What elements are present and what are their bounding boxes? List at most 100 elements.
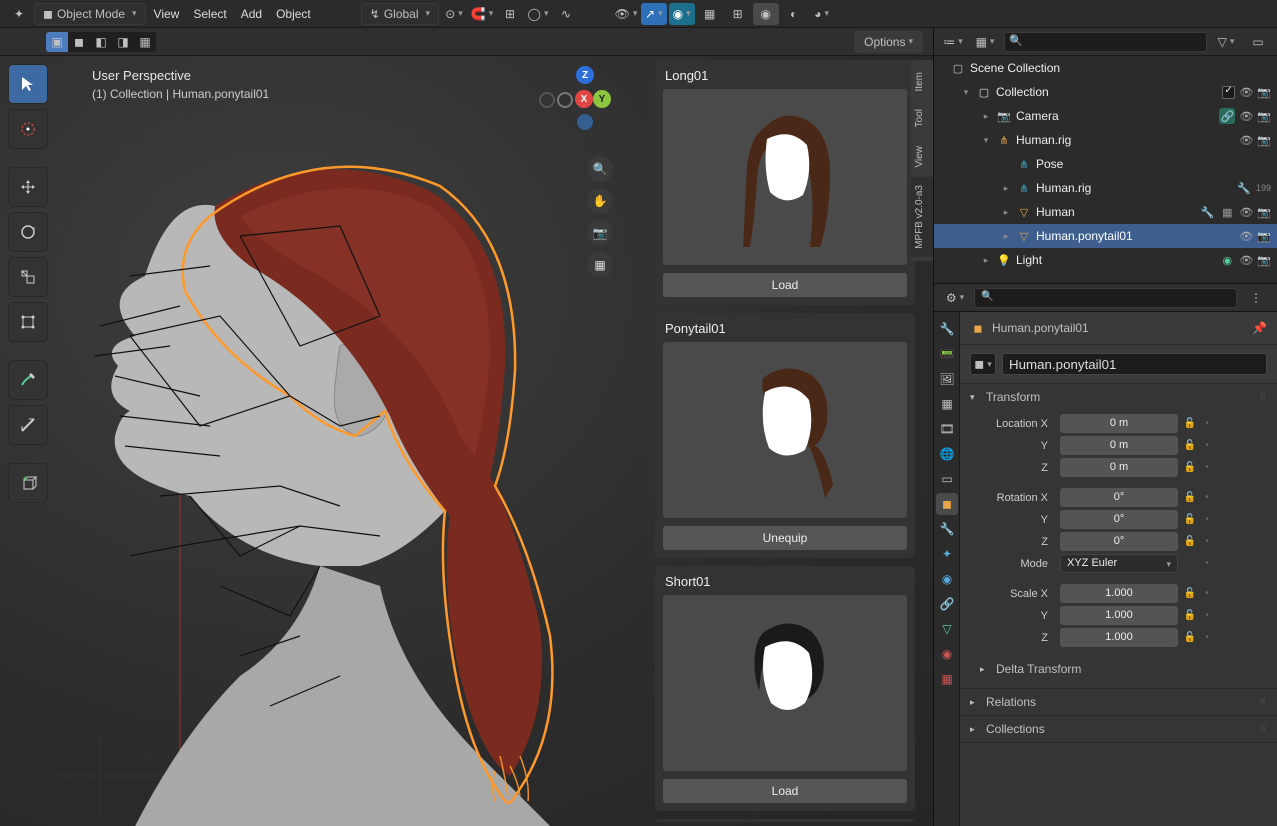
options-icon[interactable]: ⋮ (1243, 287, 1269, 309)
unequip-button[interactable]: Unequip (663, 526, 907, 550)
viewport-3d[interactable]: + User Perspective (1) Collection | Huma… (0, 56, 933, 826)
material-shading-icon[interactable]: ◐ (781, 3, 807, 25)
relations-panel-header[interactable]: ▸ Relations ⠿ (960, 689, 1277, 715)
render-icon[interactable]: 📷 (1257, 230, 1271, 243)
outliner-display-mode[interactable]: ▦ (972, 31, 998, 53)
filter-icon[interactable]: ▽ (1213, 31, 1239, 53)
rotate-tool[interactable] (8, 212, 48, 252)
proportional-curve-icon[interactable]: ∿ (553, 3, 579, 25)
rotation-y-input[interactable]: 0° (1060, 510, 1178, 529)
menu-view[interactable]: View (148, 3, 186, 25)
scale-z-input[interactable]: 1.000 (1060, 628, 1178, 647)
visibility-icon[interactable]: 👁 (1239, 110, 1253, 123)
outliner-editor-icon[interactable]: ≔ (940, 31, 966, 53)
panel-grip-icon[interactable]: ⠿ (1260, 698, 1267, 707)
gizmo-x-axis[interactable]: X (575, 90, 593, 108)
tab-render[interactable]: 📟 (936, 343, 958, 365)
outliner-item-human[interactable]: ▸ ▽ Human 🔧 ▦ 👁 📷 (934, 200, 1277, 224)
annotate-tool[interactable] (8, 360, 48, 400)
pin-icon[interactable]: 📌 (1252, 321, 1267, 335)
keyframe-dot[interactable]: • (1202, 558, 1212, 569)
gizmo-z-axis[interactable]: Z (576, 66, 594, 84)
select-tool[interactable] (8, 64, 48, 104)
select-pill-4[interactable]: ◨ (112, 32, 134, 52)
panel-grip-icon[interactable]: ⠿ (1260, 393, 1267, 402)
lock-icon[interactable]: 🔓 (1182, 462, 1198, 473)
transform-panel-header[interactable]: ▾ Transform ⠿ (960, 384, 1277, 410)
tab-output[interactable]: 🖼 (936, 368, 958, 390)
keyframe-dot[interactable]: • (1202, 492, 1212, 503)
keyframe-dot[interactable]: • (1202, 514, 1212, 525)
properties-search-input[interactable] (974, 288, 1237, 308)
keyframe-dot[interactable]: • (1202, 462, 1212, 473)
render-icon[interactable]: 📷 (1257, 110, 1271, 123)
outliner-item-ponytail[interactable]: ▸ ▽ Human.ponytail01 👁 📷 (934, 224, 1277, 248)
outliner-collection[interactable]: ▾ ▢ Collection 👁 📷 (934, 80, 1277, 104)
location-x-input[interactable]: 0 m (1060, 414, 1178, 433)
visibility-dropdown[interactable]: 👁 (613, 3, 639, 25)
twisty-icon[interactable]: ▸ (1000, 207, 1012, 218)
tab-modifiers[interactable]: 🔧 (936, 518, 958, 540)
tab-world[interactable]: 🌐 (936, 443, 958, 465)
vtab-tool[interactable]: Tool (911, 101, 933, 135)
tab-collection[interactable]: ▭ (936, 468, 958, 490)
keyframe-dot[interactable]: • (1202, 610, 1212, 621)
zoom-button[interactable]: 🔍 (587, 156, 613, 182)
gizmo-neg-axis[interactable] (539, 92, 555, 108)
render-icon[interactable]: 📷 (1257, 254, 1271, 267)
tab-viewlayer[interactable]: ▦ (936, 393, 958, 415)
outliner-item-pose[interactable]: ⋔ Pose (934, 152, 1277, 176)
lock-icon[interactable]: 🔓 (1182, 610, 1198, 621)
gizmo-dropdown[interactable]: ↗ (641, 3, 667, 25)
render-icon[interactable]: 📷 (1257, 206, 1271, 219)
scale-tool[interactable] (8, 257, 48, 297)
collections-panel-header[interactable]: ▸ Collections ⠿ (960, 716, 1277, 742)
menu-object[interactable]: Object (270, 3, 317, 25)
properties-editor-icon[interactable]: ⚙ (942, 287, 968, 309)
visibility-icon[interactable]: 👁 (1239, 254, 1253, 267)
xray-icon[interactable]: ▦ (697, 3, 723, 25)
tab-particles[interactable]: ✦ (936, 543, 958, 565)
keyframe-dot[interactable]: • (1202, 440, 1212, 451)
lock-icon[interactable]: 🔓 (1182, 536, 1198, 547)
tab-data[interactable]: ▽ (936, 618, 958, 640)
panel-grip-icon[interactable]: ⠿ (1260, 725, 1267, 734)
orientation-dropdown[interactable]: ↯ Global (361, 3, 439, 25)
twisty-icon[interactable]: ▸ (980, 255, 992, 266)
perspective-toggle-button[interactable]: ▦ (587, 252, 613, 278)
wireframe-shading-icon[interactable]: ⊞ (725, 3, 751, 25)
snap-dropdown[interactable]: 🧲 (469, 3, 495, 25)
render-icon[interactable]: 📷 (1257, 86, 1271, 99)
lock-icon[interactable]: 🔓 (1182, 632, 1198, 643)
lock-icon[interactable]: 🔓 (1182, 514, 1198, 525)
tab-scene[interactable]: 🎞 (936, 418, 958, 440)
select-pill-5[interactable]: ▦ (134, 32, 156, 52)
rotation-x-input[interactable]: 0° (1060, 488, 1178, 507)
twisty-icon[interactable]: ▸ (1000, 183, 1012, 194)
outliner-search-input[interactable] (1004, 32, 1207, 52)
outliner-item-humanrig-child[interactable]: ▸ ⋔ Human.rig 🔧 199 (934, 176, 1277, 200)
vtab-item[interactable]: Item (911, 64, 933, 99)
lock-icon[interactable]: 🔓 (1182, 492, 1198, 503)
pivot-dropdown[interactable]: ⊙ (441, 3, 467, 25)
rotation-z-input[interactable]: 0° (1060, 532, 1178, 551)
render-icon[interactable]: 📷 (1257, 134, 1271, 147)
scale-y-input[interactable]: 1.000 (1060, 606, 1178, 625)
twisty-icon[interactable]: ▸ (1000, 231, 1012, 242)
scale-x-input[interactable]: 1.000 (1060, 584, 1178, 603)
tab-object[interactable]: ◼ (936, 493, 958, 515)
move-tool[interactable] (8, 167, 48, 207)
visibility-icon[interactable]: 👁 (1239, 206, 1253, 219)
options-dropdown[interactable]: Options (854, 31, 923, 53)
menu-add[interactable]: Add (235, 3, 268, 25)
solid-shading-icon[interactable]: ◉ (753, 3, 779, 25)
pan-button[interactable]: ✋ (587, 188, 613, 214)
gizmo-bottom[interactable] (577, 114, 593, 130)
measure-tool[interactable] (8, 405, 48, 445)
twisty-icon[interactable]: ▾ (960, 87, 972, 98)
proportional-dropdown[interactable]: ◯ (525, 3, 551, 25)
vtab-mpfb[interactable]: MPFB v2.0-a3 (911, 177, 933, 257)
nav-gizmo[interactable]: Z X Y (557, 66, 613, 136)
rotation-mode-dropdown[interactable]: XYZ Euler (1060, 554, 1178, 573)
visibility-icon[interactable]: 👁 (1239, 230, 1253, 243)
